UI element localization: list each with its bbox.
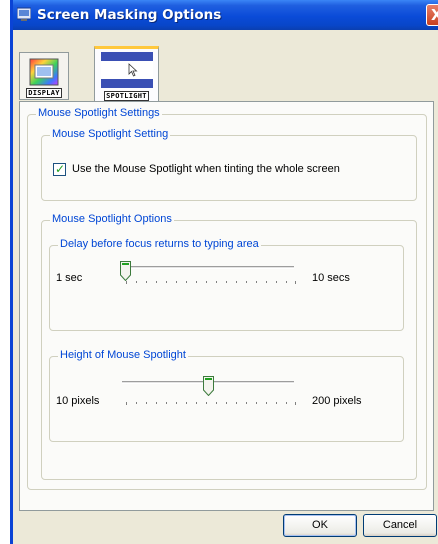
- options-group-label: Mouse Spotlight Options: [50, 213, 174, 225]
- tab-panel: Mouse Spotlight Settings Mouse Spotlight…: [19, 101, 434, 511]
- setting-group: Mouse Spotlight Setting ✓ Use the Mouse …: [41, 128, 417, 201]
- dialog-window: Screen Masking Options X DISPLAY: [10, 0, 438, 544]
- spotlight-checkbox-label[interactable]: Use the Mouse Spotlight when tinting the…: [72, 163, 340, 175]
- settings-group: Mouse Spotlight Settings Mouse Spotlight…: [27, 107, 427, 490]
- delay-ticks: [126, 281, 296, 284]
- display-icon: [29, 58, 59, 86]
- close-icon: X: [431, 6, 438, 24]
- tab-spotlight-label: SPOTLIGHT: [104, 91, 149, 101]
- delay-max-label: 10 secs: [312, 272, 350, 284]
- app-icon: [17, 7, 31, 21]
- cancel-button[interactable]: Cancel: [363, 514, 437, 537]
- delay-group-label: Delay before focus returns to typing are…: [58, 238, 261, 250]
- delay-slider-thumb[interactable]: [120, 261, 131, 281]
- tab-display-label: DISPLAY: [26, 88, 62, 98]
- checkmark-icon: ✓: [55, 162, 66, 176]
- setting-group-label: Mouse Spotlight Setting: [50, 128, 171, 140]
- ok-button[interactable]: OK: [283, 514, 357, 537]
- window-title: Screen Masking Options: [37, 7, 222, 23]
- title-bar[interactable]: Screen Masking Options X: [13, 0, 438, 30]
- delay-min-label: 1 sec: [56, 272, 83, 284]
- close-button[interactable]: X: [426, 4, 438, 26]
- height-min-label: 10 pixels: [56, 395, 100, 407]
- delay-group: Delay before focus returns to typing are…: [49, 238, 404, 331]
- height-group-label: Height of Mouse Spotlight: [58, 349, 188, 361]
- delay-slider-track[interactable]: [122, 266, 294, 269]
- tab-display[interactable]: DISPLAY: [19, 52, 69, 100]
- spotlight-icon: [101, 52, 153, 88]
- height-group: Height of Mouse Spotlight 10 pixels 200 …: [49, 349, 404, 442]
- options-group: Mouse Spotlight Options Delay before foc…: [41, 213, 417, 480]
- height-max-label: 200 pixels: [312, 395, 362, 407]
- tab-spotlight[interactable]: SPOTLIGHT: [94, 46, 159, 102]
- spotlight-checkbox[interactable]: ✓: [53, 162, 66, 176]
- settings-group-label: Mouse Spotlight Settings: [36, 107, 162, 119]
- height-slider-thumb[interactable]: [202, 376, 214, 396]
- height-ticks: [126, 402, 296, 405]
